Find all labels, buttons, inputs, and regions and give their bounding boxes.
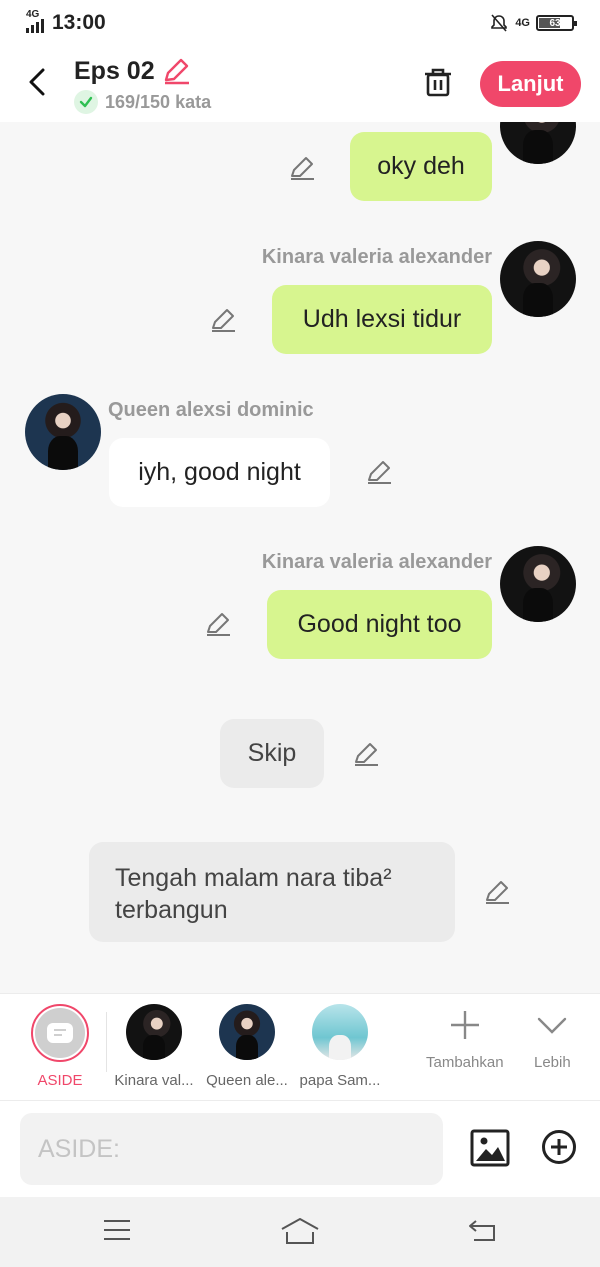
message-bubble[interactable]: Udh lexsi tidur bbox=[272, 285, 492, 354]
character-queen[interactable]: Queen ale... bbox=[202, 1004, 292, 1089]
avatar-papa bbox=[312, 1004, 368, 1060]
plus-icon bbox=[450, 1011, 479, 1039]
back-button[interactable] bbox=[22, 64, 52, 100]
chevron-left-icon bbox=[29, 68, 45, 96]
narration-bubble[interactable]: Tengah malam nara tiba² terbangun bbox=[89, 842, 455, 942]
avatar-queen[interactable] bbox=[25, 394, 101, 470]
message-bubble[interactable]: iyh, good night bbox=[109, 438, 330, 507]
message-bubble[interactable]: Good night too bbox=[267, 590, 492, 659]
more-button[interactable]: Lebih bbox=[534, 1008, 571, 1071]
word-count: 169/150 kata bbox=[74, 90, 211, 114]
system-nav-bar bbox=[0, 1197, 600, 1267]
check-icon bbox=[74, 90, 98, 114]
battery-icon: 63 bbox=[536, 15, 577, 31]
avatar-kinara[interactable] bbox=[500, 122, 576, 164]
avatar-kinara[interactable] bbox=[500, 241, 576, 317]
sender-name: Kinara valeria alexander bbox=[261, 246, 492, 268]
edit-message-icon[interactable] bbox=[288, 154, 316, 182]
next-button[interactable]: Lanjut bbox=[480, 61, 581, 107]
episode-title[interactable]: Eps 02 bbox=[74, 56, 191, 86]
message-bubble[interactable]: oky deh bbox=[350, 132, 492, 201]
message-input[interactable] bbox=[20, 1113, 443, 1185]
delete-button[interactable] bbox=[420, 64, 456, 100]
character-kinara[interactable]: Kinara val... bbox=[109, 1004, 199, 1089]
network-type: 4G bbox=[515, 17, 530, 29]
avatar-kinara[interactable] bbox=[500, 546, 576, 622]
menu-icon[interactable] bbox=[102, 1217, 132, 1243]
trash-icon bbox=[425, 68, 451, 97]
chat-area[interactable]: oky deh Kinara valeria alexander Udh lex… bbox=[0, 122, 600, 993]
divider bbox=[106, 1012, 107, 1072]
image-icon[interactable] bbox=[470, 1129, 510, 1167]
edit-title-icon[interactable] bbox=[161, 56, 191, 86]
add-circle-icon[interactable] bbox=[541, 1129, 577, 1165]
character-papa[interactable]: papa Sam... bbox=[295, 1004, 385, 1089]
notifications-off-icon bbox=[491, 14, 508, 32]
composer bbox=[0, 1101, 600, 1197]
edit-message-icon[interactable] bbox=[352, 740, 380, 768]
edit-message-icon[interactable] bbox=[209, 306, 237, 334]
signal-icon: 4G bbox=[26, 9, 44, 33]
avatar-queen bbox=[219, 1004, 275, 1060]
edit-message-icon[interactable] bbox=[204, 610, 232, 638]
character-aside[interactable]: ASIDE bbox=[15, 1004, 105, 1089]
skip-bubble[interactable]: Skip bbox=[220, 719, 324, 788]
clock: 13:00 bbox=[52, 11, 106, 34]
chat-bubble-icon bbox=[47, 1023, 73, 1043]
app-header: Eps 02 169/150 kata Lanjut bbox=[0, 46, 600, 122]
word-count-text: 169/150 kata bbox=[105, 91, 212, 112]
add-character-button[interactable]: Tambahkan bbox=[426, 1008, 504, 1071]
episode-title-text: Eps 02 bbox=[74, 56, 155, 85]
edit-message-icon[interactable] bbox=[365, 458, 393, 486]
sender-name: Kinara valeria alexander bbox=[261, 551, 492, 573]
chevron-down-icon bbox=[538, 1017, 567, 1034]
character-bar: ASIDE Kinara val... Queen ale... papa Sa… bbox=[0, 993, 600, 1101]
status-bar: 4G 13:00 4G 63 bbox=[0, 0, 600, 46]
edit-message-icon[interactable] bbox=[483, 878, 511, 906]
avatar-kinara bbox=[126, 1004, 182, 1060]
home-icon[interactable] bbox=[280, 1217, 320, 1245]
back-nav-icon[interactable] bbox=[466, 1217, 498, 1243]
sender-name: Queen alexsi dominic bbox=[108, 399, 314, 421]
